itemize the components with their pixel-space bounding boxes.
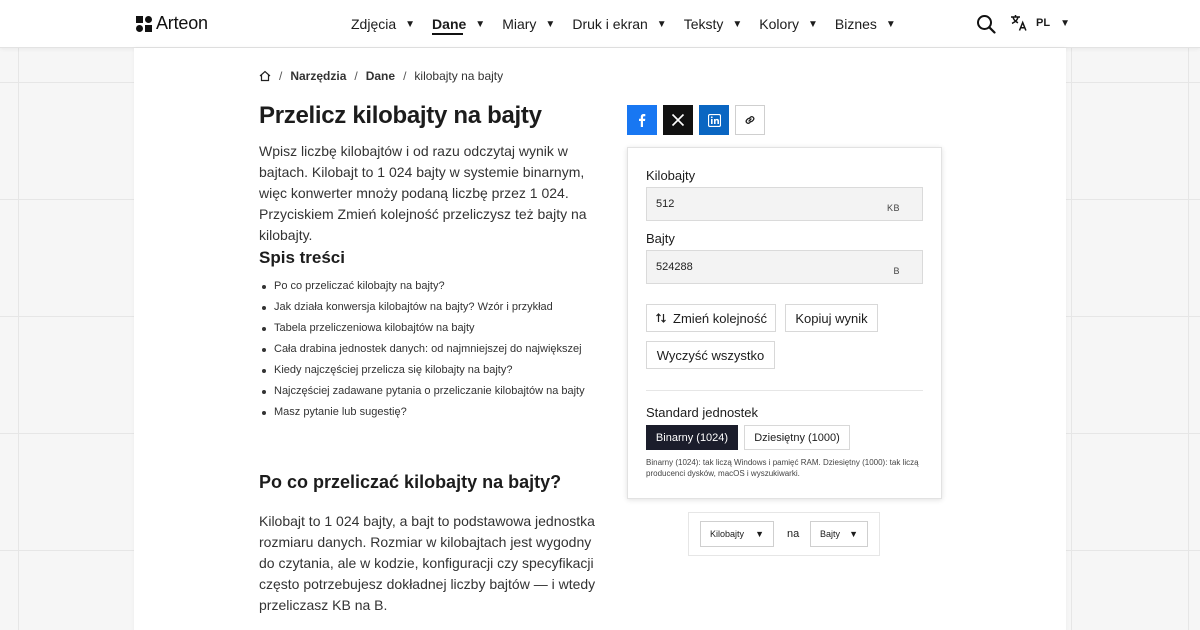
nav-item-label: Dane xyxy=(432,16,467,32)
breadcrumb-separator: / xyxy=(403,69,407,83)
caret-down-icon: ▼ xyxy=(807,18,818,30)
share-x-button[interactable] xyxy=(663,105,693,135)
bytes-label: Bajty xyxy=(646,231,675,246)
bytes-field: B xyxy=(646,250,923,284)
toc-title: Spis treści xyxy=(259,248,345,267)
kilobytes-input[interactable] xyxy=(656,188,856,220)
nav-item-dane[interactable]: Dane ▼ xyxy=(432,0,485,48)
swap-order-button[interactable]: Zmień kolejność xyxy=(646,304,776,332)
x-icon xyxy=(671,113,685,127)
breadcrumb-separator: / xyxy=(279,69,283,83)
toc-link[interactable]: Tabela przeliczeniowa kilobajtów na bajt… xyxy=(259,318,585,339)
nav-item-label: Kolory xyxy=(759,16,799,32)
language-switcher[interactable]: PL ▼ xyxy=(1010,14,1070,32)
toc-link[interactable]: Po co przeliczać kilobajty na bajty? xyxy=(259,276,585,297)
unit-suffix: KB xyxy=(886,203,900,213)
search-icon xyxy=(977,15,996,34)
unit-pair-selector: Kilobajty ▼ na Bajty ▼ xyxy=(688,512,880,556)
unit-pair-joiner: na xyxy=(787,528,800,540)
nav-item-teksty[interactable]: Teksty ▼ xyxy=(684,0,743,48)
logo-icon xyxy=(136,15,152,32)
home-icon[interactable] xyxy=(259,70,271,82)
bytes-input[interactable] xyxy=(656,251,856,283)
nav-item-miary[interactable]: Miary ▼ xyxy=(502,0,555,48)
caret-down-icon: ▼ xyxy=(475,18,486,30)
nav-item-label: Zdjęcia xyxy=(351,16,397,32)
search-button[interactable] xyxy=(976,14,996,34)
breadcrumb: / Narzędzia / Dane / kilobajty na bajty xyxy=(259,69,503,83)
caret-down-icon: ▼ xyxy=(656,18,667,30)
converter-panel: Kilobajty KB Bajty B Zmień kolejność Kop… xyxy=(627,147,942,499)
toc-link[interactable]: Masz pytanie lub sugestię? xyxy=(259,402,585,423)
unit-standard-note: Binarny (1024): tak liczą Windows i pami… xyxy=(646,458,919,478)
caret-down-icon: ▼ xyxy=(545,18,556,30)
divider xyxy=(646,390,923,391)
toc-link[interactable]: Najczęściej zadawane pytania o przelicza… xyxy=(259,381,585,402)
nav-item-label: Teksty xyxy=(683,16,724,32)
to-unit-value: Bajty xyxy=(820,529,841,539)
share-buttons xyxy=(627,105,765,135)
translate-icon xyxy=(1011,15,1027,31)
language-code: PL xyxy=(1036,17,1051,29)
caret-down-icon: ▼ xyxy=(732,18,743,30)
section-body: Kilobajt to 1 024 bajty, a bajt to podst… xyxy=(259,513,596,613)
kilobytes-field: KB xyxy=(646,187,923,221)
swap-icon xyxy=(656,313,666,323)
nav-item-kolory[interactable]: Kolory ▼ xyxy=(759,0,818,48)
main-nav: Zdjęcia ▼ Dane ▼ Miary ▼ Druk i ekran ▼ … xyxy=(351,0,913,48)
facebook-icon xyxy=(639,114,646,127)
standard-binary-option[interactable]: Binarny (1024) xyxy=(646,425,738,450)
from-unit-value: Kilobajty xyxy=(710,529,745,539)
from-unit-select[interactable]: Kilobajty ▼ xyxy=(700,521,774,547)
share-facebook-button[interactable] xyxy=(627,105,657,135)
caret-down-icon: ▼ xyxy=(849,529,858,539)
nav-item-label: Miary xyxy=(502,16,537,32)
unit-suffix: B xyxy=(893,266,900,276)
standard-decimal-option[interactable]: Dziesiętny (1000) xyxy=(744,425,850,450)
kilobytes-label: Kilobajty xyxy=(646,168,696,183)
nav-item-druk-i-ekran[interactable]: Druk i ekran ▼ xyxy=(572,0,666,48)
swap-order-label: Zmień kolejność xyxy=(673,310,767,326)
breadcrumb-link[interactable]: Narzędzia xyxy=(290,69,346,83)
breadcrumb-link[interactable]: Dane xyxy=(366,69,395,83)
caret-down-icon: ▼ xyxy=(405,18,416,30)
clear-all-button[interactable]: Wyczyść wszystko xyxy=(646,341,775,369)
toc-link[interactable]: Kiedy najczęściej przelicza się kilobajt… xyxy=(259,360,585,381)
nav-item-label: Biznes xyxy=(834,16,877,32)
table-of-contents: Po co przeliczać kilobajty na bajty? Jak… xyxy=(259,276,585,423)
page-title: Przelicz kilobajty na bajty xyxy=(259,102,542,129)
share-linkedin-button[interactable] xyxy=(699,105,729,135)
logo-text: Arteon xyxy=(156,13,208,33)
caret-down-icon: ▼ xyxy=(1060,17,1070,29)
unit-standard-label: Standard jednostek xyxy=(646,405,759,420)
nav-item-zdjecia[interactable]: Zdjęcia ▼ xyxy=(351,0,415,48)
main-content: / Narzędzia / Dane / kilobajty na bajty … xyxy=(134,48,1066,630)
toc-link[interactable]: Cała drabina jednostek danych: od najmni… xyxy=(259,339,585,360)
copy-result-button[interactable]: Kopiuj wynik xyxy=(785,304,878,332)
breadcrumb-separator: / xyxy=(354,69,358,83)
to-unit-select[interactable]: Bajty ▼ xyxy=(810,521,868,547)
section-title: Po co przeliczać kilobajty na bajty? xyxy=(259,472,562,492)
intro-text: Wpisz liczbę kilobajtów i od razu odczyt… xyxy=(259,143,587,243)
top-navigation-bar: Arteon Zdjęcia ▼ Dane ▼ Miary ▼ Druk i e… xyxy=(0,0,1200,48)
nav-item-label: Druk i ekran xyxy=(572,16,648,32)
link-icon xyxy=(745,116,755,124)
nav-item-biznes[interactable]: Biznes ▼ xyxy=(835,0,896,48)
caret-down-icon: ▼ xyxy=(755,529,764,539)
toc-link[interactable]: Jak działa konwersja kilobajtów na bajty… xyxy=(259,297,585,318)
linkedin-icon xyxy=(707,113,721,127)
breadcrumb-current: kilobajty na bajty xyxy=(414,69,504,83)
copy-link-button[interactable] xyxy=(735,105,765,135)
caret-down-icon: ▼ xyxy=(885,18,896,30)
logo[interactable]: Arteon xyxy=(136,13,208,34)
